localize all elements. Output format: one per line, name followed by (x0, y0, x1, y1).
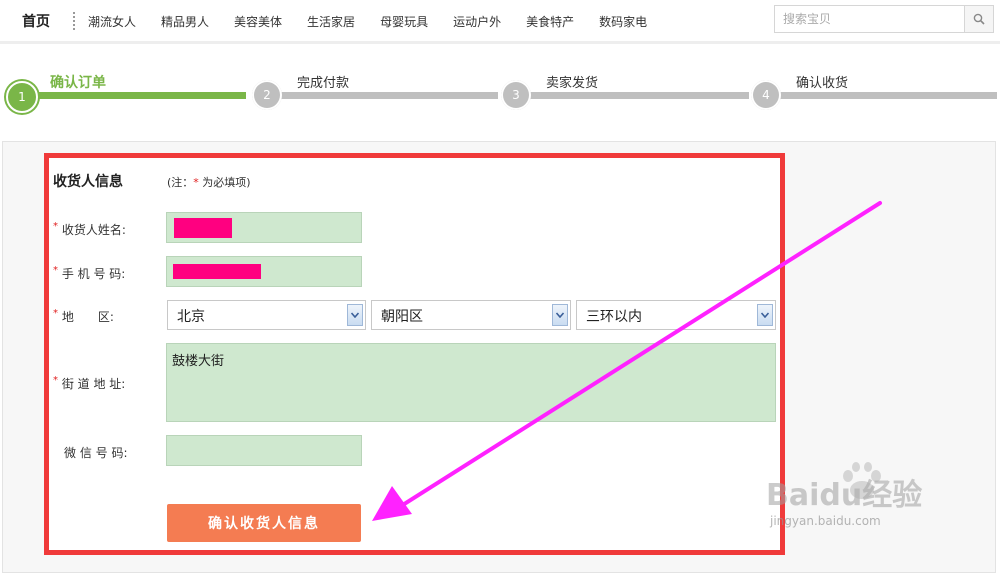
step-1-bar (22, 92, 246, 99)
step-2-label: 完成付款 (297, 76, 350, 91)
order-progress: 1 2 3 4 确认订单 完成付款 卖家发货 确认收货 (0, 60, 1000, 120)
search-box (774, 5, 994, 33)
chevron-down-icon (757, 304, 773, 326)
watermark: Baidu经验 jingyan.baidu.com (766, 462, 922, 528)
chevron-down-icon (347, 304, 363, 326)
area-select[interactable]: 三环以内 (576, 300, 776, 330)
required-note-suffix: 为必填项) (198, 176, 251, 189)
nav-category-food[interactable]: 美食特产 (526, 13, 574, 30)
nav-category-beauty[interactable]: 美容美体 (234, 13, 282, 30)
redaction-mark (173, 264, 261, 279)
wechat-field[interactable] (166, 435, 362, 466)
step-3-bar (517, 92, 749, 99)
nav-category-baby[interactable]: 母婴玩具 (380, 13, 428, 30)
step-2-circle: 2 (252, 80, 282, 110)
paw-logo (843, 462, 881, 499)
step-3-label: 卖家发货 (546, 76, 599, 91)
region-label: * 地 区: (53, 308, 114, 325)
nav-categories: 潮流女人 精品男人 美容美体 生活家居 母婴玩具 运动户外 美食特产 数码家电 (88, 13, 672, 30)
phone-field[interactable] (166, 256, 362, 287)
search-input[interactable] (775, 6, 973, 32)
redaction-mark (174, 218, 232, 238)
step-4-label: 确认收货 (796, 76, 849, 91)
street-required-star: * (53, 375, 58, 386)
street-label-text: 街 道 地 址: (61, 377, 126, 391)
required-note-prefix: (注： (167, 176, 194, 189)
confirm-receiver-button[interactable]: 确认收货人信息 (167, 504, 361, 542)
name-required-star: * (53, 221, 58, 232)
step-2-bar (268, 92, 498, 99)
chevron-down-icon (552, 304, 568, 326)
district-select[interactable]: 朝阳区 (371, 300, 571, 330)
step-4-bar (767, 92, 997, 99)
nav-category-outdoor[interactable]: 运动户外 (453, 13, 501, 30)
street-label: * 街 道 地 址: (53, 375, 125, 392)
nav-divider (73, 12, 77, 30)
step-1-label: 确认订单 (50, 75, 106, 91)
nav-home-link[interactable]: 首页 (22, 11, 50, 31)
nav-category-men[interactable]: 精品男人 (161, 13, 209, 30)
name-label: * 收货人姓名: (53, 221, 126, 238)
step-3-circle: 3 (501, 80, 531, 110)
phone-required-star: * (53, 265, 58, 276)
province-select[interactable]: 北京 (167, 300, 366, 330)
region-required-star: * (53, 308, 58, 319)
step-4-circle: 4 (751, 80, 781, 110)
search-icon (973, 13, 985, 25)
nav-category-home[interactable]: 生活家居 (307, 13, 355, 30)
street-address-textarea[interactable]: 鼓楼大街 (166, 343, 776, 422)
area-value: 三环以内 (586, 309, 642, 325)
search-button[interactable] (964, 6, 993, 32)
region-label-text: 地 区: (61, 310, 114, 324)
district-value: 朝阳区 (381, 309, 423, 325)
step-1-circle: 1 (6, 81, 38, 113)
top-nav: 首页 潮流女人 精品男人 美容美体 生活家居 母婴玩具 运动户外 美食特产 数码… (0, 0, 1000, 42)
required-note: (注：* 为必填项) (167, 174, 251, 190)
wechat-label: 微 信 号 码: (64, 446, 128, 460)
name-field[interactable] (166, 212, 362, 243)
nav-underline (0, 41, 1000, 44)
phone-label: * 手 机 号 码: (53, 265, 125, 282)
watermark-url: jingyan.baidu.com (770, 514, 881, 528)
phone-label-text: 手 机 号 码: (61, 267, 126, 281)
name-label-text: 收货人姓名: (61, 223, 126, 237)
nav-category-digital[interactable]: 数码家电 (599, 13, 647, 30)
form-title: 收货人信息 (53, 174, 123, 190)
province-value: 北京 (177, 309, 205, 325)
nav-category-women[interactable]: 潮流女人 (88, 13, 136, 30)
